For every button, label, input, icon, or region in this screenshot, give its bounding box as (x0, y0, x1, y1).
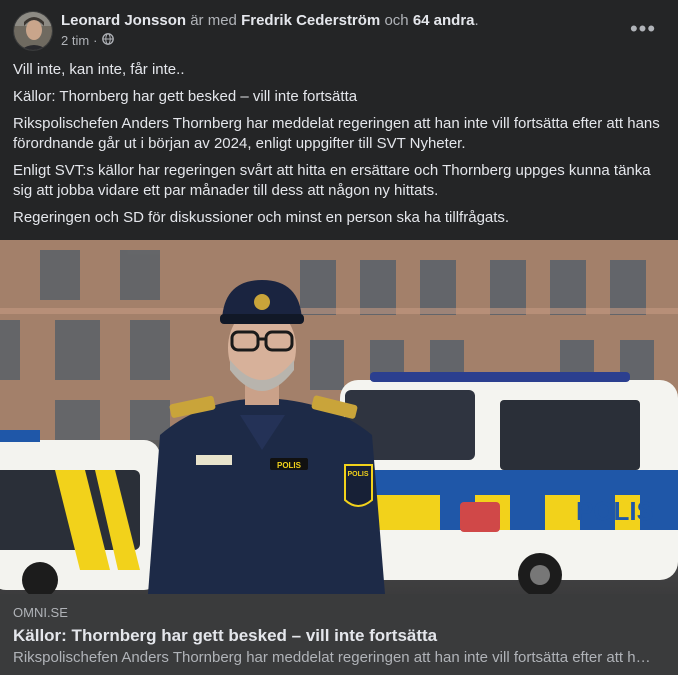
post-header: Leonard Jonsson är med Fredrik Cederströ… (0, 0, 678, 56)
with-text: är med (190, 12, 237, 29)
post-paragraph: Enligt SVT:s källor har regeringen svårt… (13, 162, 651, 199)
post-time[interactable]: 2 tim (61, 33, 89, 49)
post-meta: 2 tim · (61, 33, 114, 49)
tagged-person[interactable]: Fredrik Cederström (241, 12, 380, 29)
right-police-van: POLIS (340, 372, 678, 594)
police-photo: POLIS POLIS POLIS (0, 240, 678, 594)
author-avatar[interactable] (13, 11, 53, 51)
avatar-image (14, 12, 52, 50)
link-preview-footer[interactable]: OMNI.SE Källor: Thornberg har gett beske… (0, 594, 678, 675)
arm-badge-text: POLIS (347, 471, 368, 478)
more-options-icon: ••• (629, 16, 657, 41)
facebook-post: Leonard Jonsson är med Fredrik Cederströ… (0, 0, 678, 675)
post-paragraph: Regeringen och SD för diskussioner och m… (13, 209, 510, 226)
left-police-car (0, 430, 160, 594)
link-title[interactable]: Källor: Thornberg har gett besked – vill… (13, 625, 437, 647)
author-name[interactable]: Leonard Jonsson (61, 12, 186, 29)
author-line: Leonard Jonsson är med Fredrik Cederströ… (61, 12, 479, 30)
post-paragraph: Vill inte, kan inte, får inte.. (13, 61, 185, 78)
globe-icon[interactable] (101, 33, 114, 49)
link-description: Rikspolischefen Anders Thornberg har med… (13, 649, 653, 666)
meta-separator: · (93, 33, 98, 48)
van-polis-text: POLIS (576, 496, 654, 526)
link-preview-image[interactable]: POLIS POLIS POLIS (0, 240, 678, 594)
link-domain: OMNI.SE (13, 605, 68, 620)
post-paragraph: Källor: Thornberg har gett besked – vill… (13, 88, 358, 105)
post-paragraph: Rikspolischefen Anders Thornberg har med… (13, 115, 660, 152)
chest-polis-text: POLIS (277, 461, 302, 470)
period: . (474, 12, 479, 29)
others-link[interactable]: 64 andra (413, 12, 475, 29)
more-options-button[interactable]: ••• (624, 10, 662, 48)
and-text: och (384, 12, 409, 29)
post-text: Vill inte, kan inte, får inte.. Källor: … (13, 60, 665, 235)
